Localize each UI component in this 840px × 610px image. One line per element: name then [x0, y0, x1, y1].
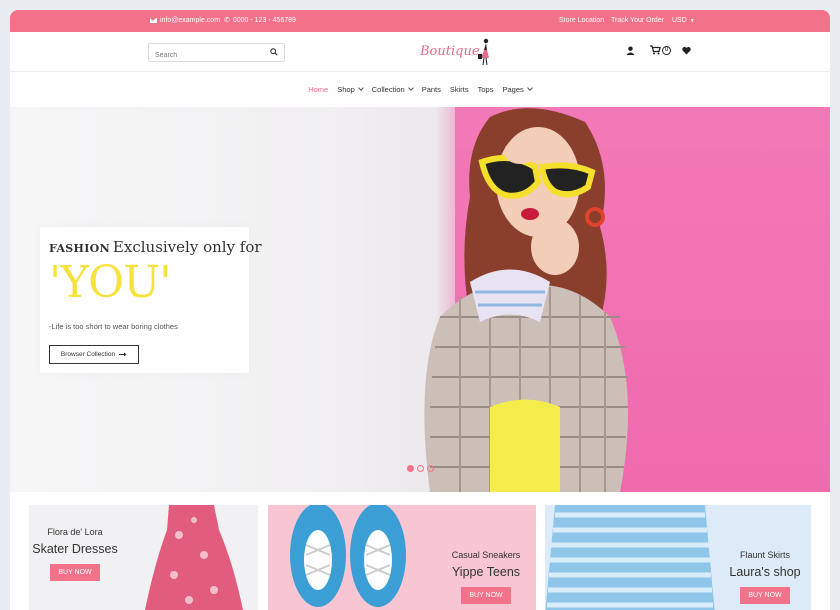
slider-dots — [407, 465, 434, 472]
search-box — [148, 43, 285, 64]
nav-item-pants[interactable]: Pants — [422, 85, 441, 94]
account-button[interactable] — [626, 46, 635, 55]
chevron-down-icon — [357, 85, 364, 91]
banner-small-title: Flaunt Skirts — [739, 550, 790, 560]
nav-label: Shop — [337, 84, 355, 94]
track-order-link[interactable]: Track Your Order — [611, 17, 664, 24]
buy-now-button[interactable]: BUY NOW — [50, 564, 100, 581]
hero-subtitle: -Life is too short to wear boring clothe… — [49, 322, 178, 331]
cart-icon — [650, 45, 661, 55]
banner-caption: Flaunt Skirts Laura's shop BUY NOW — [719, 550, 811, 604]
banner-big-title: Skater Dresses — [32, 542, 118, 556]
arrow-right-icon — [119, 352, 127, 357]
nav-label: Pants — [421, 84, 441, 94]
nav-label: Collection — [371, 84, 405, 94]
slider-dot[interactable] — [427, 465, 434, 472]
hero-highlight: 'YOU' — [49, 257, 171, 308]
nav-item-pages[interactable]: Pages — [502, 84, 533, 94]
phone-icon: ✆ — [224, 17, 230, 24]
search-input[interactable] — [149, 47, 259, 64]
logo-text: Boutique — [420, 44, 480, 59]
hero-slider: FASHION Exclusively only for 'YOU' -Life … — [10, 107, 830, 492]
sneakers-image — [290, 505, 406, 607]
browse-collection-label: Browser Collection — [60, 351, 116, 358]
hero-model-image — [424, 108, 628, 492]
currency-selector[interactable]: USD ▼ — [672, 17, 695, 24]
hero-headline-text: Exclusively only for — [112, 238, 262, 256]
wishlist-button[interactable] — [682, 46, 691, 55]
browse-collection-button[interactable]: Browser Collection — [49, 345, 139, 364]
nav-label: Tops — [477, 84, 494, 94]
main-nav: Home Shop Collection Pants Skirts Tops P… — [10, 72, 830, 106]
nav-item-home[interactable]: Home — [308, 85, 328, 94]
nav-label: Skirts — [449, 84, 469, 94]
email-text: info@example.com — [160, 17, 221, 24]
search-icon[interactable] — [270, 48, 278, 56]
browser-frame: info@example.com ✆ 0000 - 123 - 456789 S… — [10, 10, 830, 610]
hero-headline: FASHION Exclusively only for — [49, 238, 262, 256]
track-order-text: Track Your Order — [611, 17, 665, 24]
phone-link[interactable]: ✆ 0000 - 123 - 456789 — [224, 17, 296, 24]
nav-label: Home — [308, 84, 329, 94]
nav-item-skirts[interactable]: Skirts — [450, 85, 469, 94]
store-location-link[interactable]: Store Location — [559, 17, 604, 24]
banner-small-title: Flora de' Lora — [47, 527, 103, 537]
chevron-down-icon — [407, 85, 414, 91]
nav-item-shop[interactable]: Shop — [337, 84, 364, 94]
site-header: Boutique 0 — [10, 32, 830, 72]
banner-caption: Casual Sneakers Yippe Teens BUY NOW — [440, 550, 532, 604]
promo-banner-dresses[interactable]: Flora de' Lora Skater Dresses BUY NOW — [29, 505, 258, 610]
hero-fashion-word: FASHION — [49, 242, 110, 255]
nav-item-collection[interactable]: Collection — [371, 84, 414, 94]
banner-big-title: Yippe Teens — [451, 565, 521, 579]
skirt-image — [545, 505, 715, 610]
cart-count: 0 — [662, 45, 671, 55]
banner-big-title: Laura's shop — [729, 565, 801, 579]
slider-dot[interactable] — [417, 465, 424, 472]
nav-item-tops[interactable]: Tops — [478, 85, 494, 94]
hero-caption-card: FASHION Exclusively only for 'YOU' -Life … — [40, 227, 262, 373]
dress-model-image — [145, 505, 243, 610]
chevron-down-icon — [526, 85, 533, 91]
store-location-text: Store Location — [559, 17, 605, 24]
currency-text: USD — [672, 17, 687, 24]
phone-text: 0000 - 123 - 456789 — [232, 17, 296, 24]
promo-banner-skirts[interactable]: Flaunt Skirts Laura's shop BUY NOW — [545, 505, 811, 610]
buy-now-button[interactable]: BUY NOW — [740, 587, 790, 604]
nav-label: Pages — [502, 84, 524, 94]
user-icon — [626, 46, 635, 55]
promo-banner-sneakers[interactable]: Casual Sneakers Yippe Teens BUY NOW — [268, 505, 536, 610]
banner-small-title: Casual Sneakers — [451, 550, 521, 560]
caret-down-icon: ▼ — [689, 17, 695, 24]
logo-figure-icon — [478, 38, 489, 66]
top-bar: info@example.com ✆ 0000 - 123 - 456789 S… — [10, 10, 830, 32]
envelope-icon — [150, 18, 157, 23]
banner-caption: Flora de' Lora Skater Dresses BUY NOW — [29, 527, 121, 581]
site-logo[interactable]: Boutique — [420, 38, 492, 66]
heart-icon — [682, 46, 691, 55]
buy-now-button[interactable]: BUY NOW — [461, 587, 511, 604]
cart-button[interactable]: 0 — [650, 45, 671, 55]
email-link[interactable]: info@example.com — [150, 17, 220, 24]
slider-dot[interactable] — [407, 465, 414, 472]
